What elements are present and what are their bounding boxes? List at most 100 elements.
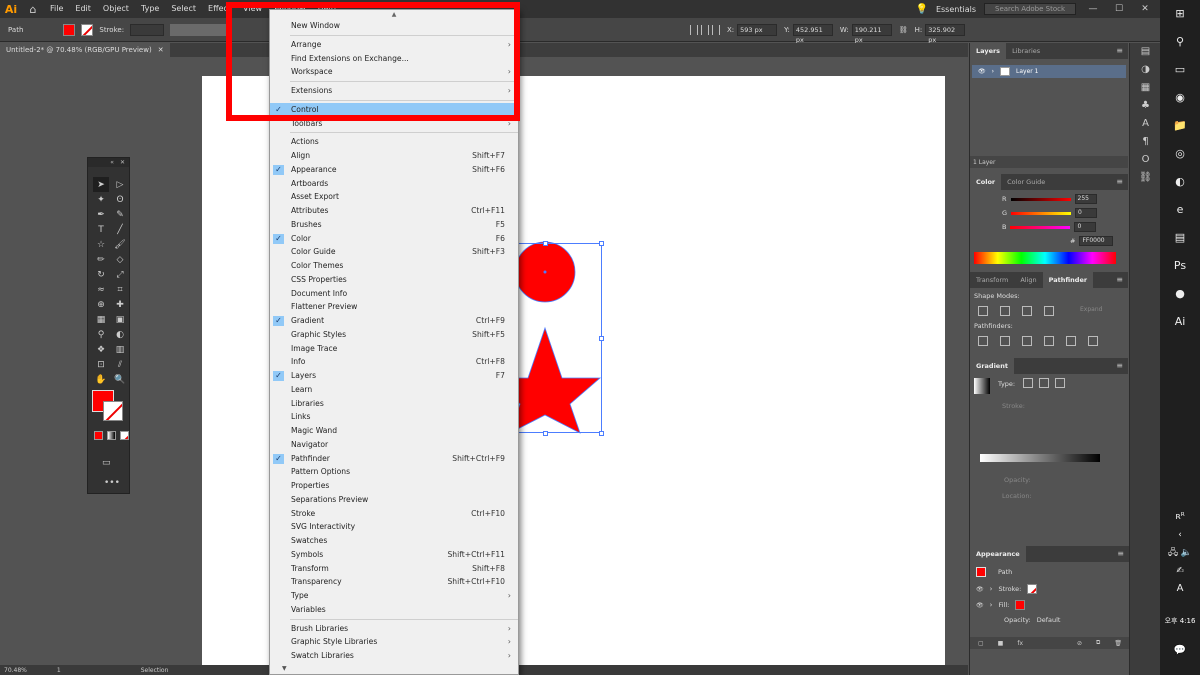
window-menu-item-properties[interactable]: Properties: [270, 479, 518, 493]
intersect-icon[interactable]: [1022, 306, 1032, 316]
window-menu-item-graphic-style-libraries[interactable]: Graphic Style Libraries ›: [270, 635, 518, 649]
pencil-tool-icon[interactable]: ✏: [93, 252, 109, 267]
unite-icon[interactable]: [978, 306, 988, 316]
close-icon[interactable]: ✕: [1136, 4, 1154, 14]
gradient-mode-icon[interactable]: [107, 431, 116, 440]
menu-select[interactable]: Select: [165, 0, 202, 18]
minus-back-icon[interactable]: [1088, 336, 1098, 346]
graph-tool-icon[interactable]: ▥: [112, 342, 128, 357]
window-menu-item-symbols[interactable]: Symbols Shift+Ctrl+F11: [270, 548, 518, 562]
eraser-tool-icon[interactable]: ◇: [112, 252, 128, 267]
visibility-eye-icon[interactable]: 👁: [976, 602, 984, 609]
symbol-sprayer-tool-icon[interactable]: ❖: [93, 342, 109, 357]
windows-start-icon[interactable]: ⊞: [1160, 0, 1200, 28]
linear-gradient-icon[interactable]: [1023, 378, 1034, 388]
window-menu-item-swatch-libraries[interactable]: Swatch Libraries ›: [270, 649, 518, 663]
input-language[interactable]: A: [1160, 580, 1200, 598]
selection-tool-icon[interactable]: ➤: [93, 177, 109, 192]
direct-selection-tool-icon[interactable]: ▷: [112, 177, 128, 192]
magic-wand-tool-icon[interactable]: ✦: [93, 192, 109, 207]
add-stroke-icon[interactable]: ▢: [978, 640, 984, 647]
home-icon[interactable]: ⌂: [22, 0, 44, 18]
panel-menu-icon[interactable]: ≡: [1116, 177, 1123, 186]
window-menu-item-color[interactable]: ✓ Color F6: [270, 232, 518, 246]
tray-chevron-icon[interactable]: ‹: [1160, 526, 1200, 544]
perspective-grid-tool-icon[interactable]: ▦: [93, 312, 109, 327]
gradient-tool-icon[interactable]: ▣: [112, 312, 128, 327]
document-tab[interactable]: Untitled-2* @ 70.48% (RGB/GPU Preview) ✕: [0, 43, 170, 57]
blend-tool-icon[interactable]: ◐: [112, 327, 128, 342]
selection-bounding-box[interactable]: [518, 243, 602, 433]
window-menu-item-info[interactable]: Info Ctrl+F8: [270, 355, 518, 369]
color-mode-icon[interactable]: [94, 431, 103, 440]
window-menu-item-variables[interactable]: Variables: [270, 603, 518, 617]
stroke-weight-field[interactable]: [130, 23, 165, 36]
divide-icon[interactable]: [978, 336, 988, 346]
window-menu-item-flattener-preview[interactable]: Flattener Preview: [270, 300, 518, 314]
task-view-icon[interactable]: ▭: [1160, 56, 1200, 84]
type-tool-icon[interactable]: T: [93, 222, 109, 237]
app-pinned-icon[interactable]: ◉: [1160, 84, 1200, 112]
window-menu-item-attributes[interactable]: Attributes Ctrl+F11: [270, 204, 518, 218]
window-menu-item-pattern-options[interactable]: Pattern Options: [270, 465, 518, 479]
notification-icon[interactable]: 💬: [1160, 645, 1200, 656]
zoom-level[interactable]: 70.48%: [4, 667, 27, 674]
opentype-icon[interactable]: O: [1130, 151, 1161, 169]
network-volume-icon[interactable]: 🖧 🔈: [1160, 544, 1200, 562]
window-menu-item-pathfinder[interactable]: ✓ Pathfinder Shift+Ctrl+F9: [270, 452, 518, 466]
window-menu-item-brush-libraries[interactable]: Brush Libraries ›: [270, 622, 518, 636]
align-right-icon[interactable]: [712, 25, 720, 35]
window-menu-item-magic-wand[interactable]: Magic Wand: [270, 424, 518, 438]
window-menu-item-brushes[interactable]: Brushes F5: [270, 218, 518, 232]
window-menu-item-artboards[interactable]: Artboards: [270, 177, 518, 191]
window-menu-item-image-trace[interactable]: Image Trace: [270, 342, 518, 356]
window-menu-item-gradient[interactable]: ✓ Gradient Ctrl+F9: [270, 314, 518, 328]
window-menu-item-css-properties[interactable]: CSS Properties: [270, 273, 518, 287]
tab-color-guide[interactable]: Color Guide: [1001, 174, 1051, 190]
radial-gradient-icon[interactable]: [1039, 378, 1050, 388]
pen-tool-icon[interactable]: ✒: [93, 207, 109, 222]
clock[interactable]: 오후 4:16: [1160, 616, 1200, 626]
bbox-handle-right[interactable]: [599, 336, 604, 341]
w-field[interactable]: 190.211 px: [851, 24, 892, 44]
scale-tool-icon[interactable]: ⤢: [112, 267, 128, 282]
y-field[interactable]: 452.951 px: [792, 24, 833, 44]
color-spectrum[interactable]: [974, 252, 1116, 264]
appearance-fill-swatch[interactable]: [1015, 600, 1026, 610]
window-menu-item-graphic-styles[interactable]: Graphic Styles Shift+F5: [270, 328, 518, 342]
window-menu-item-links[interactable]: Links: [270, 410, 518, 424]
gradient-slider[interactable]: [980, 454, 1100, 462]
window-menu-item-color-guide[interactable]: Color Guide Shift+F3: [270, 245, 518, 259]
window-menu-item-swatches[interactable]: Swatches: [270, 534, 518, 548]
window-menu-item-navigator[interactable]: Navigator: [270, 438, 518, 452]
star-tool-icon[interactable]: ☆: [93, 237, 109, 252]
minimize-icon[interactable]: —: [1084, 4, 1102, 14]
menu-type[interactable]: Type: [135, 0, 165, 18]
menu-file[interactable]: File: [44, 0, 69, 18]
add-effect-icon[interactable]: fx: [1017, 640, 1023, 647]
rotate-tool-icon[interactable]: ↻: [93, 267, 109, 282]
sticky-notes-icon[interactable]: ▤: [1160, 224, 1200, 252]
red-slider[interactable]: [1010, 197, 1071, 201]
window-menu-item-transparency[interactable]: Transparency Shift+Ctrl+F10: [270, 575, 518, 589]
expand-button[interactable]: Expand: [1080, 306, 1102, 316]
close-panel-icon[interactable]: ✕: [120, 159, 125, 166]
expand-arrow-icon[interactable]: ›: [990, 601, 993, 609]
tab-appearance[interactable]: Appearance: [970, 546, 1026, 562]
links-icon[interactable]: ⛓: [1130, 169, 1161, 187]
appearance-stroke-swatch[interactable]: [1027, 584, 1038, 594]
bbox-handle-top[interactable]: [543, 241, 548, 246]
photoshop-icon[interactable]: Ps: [1160, 252, 1200, 280]
illustrator-taskbar-icon[interactable]: Ai: [1160, 308, 1200, 336]
trim-icon[interactable]: [1000, 336, 1010, 346]
tools-panel-header[interactable]: « ✕: [88, 158, 129, 167]
window-menu-item-stroke[interactable]: Stroke Ctrl+F10: [270, 507, 518, 521]
tab-color[interactable]: Color: [970, 174, 1002, 190]
gradient-preview[interactable]: [974, 378, 990, 394]
green-slider[interactable]: [1011, 211, 1072, 215]
tab-libraries[interactable]: Libraries: [1006, 43, 1046, 59]
bbox-handle-bottom[interactable]: [543, 431, 548, 436]
window-menu-item-appearance[interactable]: ✓ Appearance Shift+F6: [270, 163, 518, 177]
stroke-swatch[interactable]: [81, 23, 94, 36]
align-center-icon[interactable]: [701, 25, 709, 35]
